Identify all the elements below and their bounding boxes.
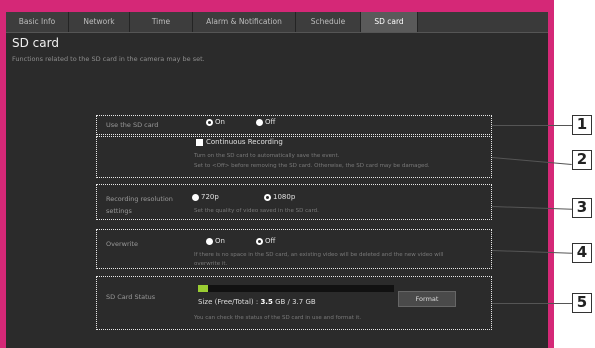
use-sd-on-label: On: [215, 118, 225, 126]
callout-number-1: 1: [572, 115, 592, 135]
resolution-label-1: Recording resolution: [106, 195, 173, 203]
radio-unselected-icon: [256, 118, 263, 126]
resolution-desc: Set the quality of video saved in the SD…: [194, 208, 319, 214]
format-button[interactable]: Format: [398, 291, 456, 307]
sd-size-text: Size (Free/Total) : 3.5 GB / 3.7 GB: [198, 298, 316, 306]
overwrite-label: Overwrite: [106, 240, 138, 248]
status-label: SD Card Status: [106, 293, 156, 301]
page-subtitle: Functions related to the SD card in the …: [12, 55, 205, 63]
sd-usage-progress: [198, 285, 394, 292]
callout-number-5: 5: [572, 293, 592, 313]
overwrite-off-label: Off: [265, 237, 276, 245]
callout-line-1: [492, 125, 572, 126]
continuous-desc-1: Turn on the SD card to automatically sav…: [194, 153, 340, 159]
overwrite-desc-2: overwrite it.: [194, 261, 228, 267]
overwrite-on-radio[interactable]: On: [206, 237, 225, 245]
page-title: SD card: [12, 36, 59, 50]
use-sd-label: Use the SD card: [106, 121, 159, 129]
radio-unselected-icon: [206, 237, 213, 245]
resolution-label-2: settings: [106, 207, 132, 215]
tab-basic-info[interactable]: Basic Info: [6, 12, 69, 32]
callout-number-4: 4: [572, 243, 592, 263]
section-overwrite-outline: [96, 229, 492, 269]
overwrite-off-radio[interactable]: Off: [256, 237, 275, 245]
continuous-recording-label: Continuous Recording: [206, 138, 283, 146]
size-total: GB / 3.7 GB: [272, 298, 316, 306]
tab-sd-card[interactable]: SD card: [361, 12, 418, 32]
callout-number-3: 3: [572, 198, 592, 218]
callout-number-2: 2: [572, 150, 592, 170]
resolution-1080p-label: 1080p: [273, 193, 296, 201]
continuous-desc-2: Set to <Off> before removing the SD card…: [194, 163, 430, 169]
resolution-720p-label: 720p: [201, 193, 219, 201]
radio-selected-icon: [264, 193, 271, 201]
continuous-recording-checkbox[interactable]: Continuous Recording: [196, 138, 283, 146]
status-desc: You can check the status of the SD card …: [194, 315, 362, 321]
radio-selected-icon: [206, 118, 213, 126]
tab-alarm-notification[interactable]: Alarm & Notification: [193, 12, 296, 32]
radio-selected-icon: [256, 237, 263, 245]
size-free-value: 3.5: [260, 298, 273, 306]
checkbox-checked-icon: [196, 138, 203, 146]
size-prefix: Size (Free/Total) :: [198, 298, 261, 306]
overwrite-on-label: On: [215, 237, 225, 245]
callout-line-5: [492, 303, 572, 304]
use-sd-on-radio[interactable]: On: [206, 118, 225, 126]
resolution-720p-radio[interactable]: 720p: [192, 193, 219, 201]
tab-time[interactable]: Time: [130, 12, 193, 32]
radio-unselected-icon: [192, 193, 199, 201]
resolution-1080p-radio[interactable]: 1080p: [264, 193, 295, 201]
tab-bar: Basic Info Network Time Alarm & Notifica…: [6, 12, 548, 33]
sd-usage-progress-fill: [198, 285, 208, 292]
tab-network[interactable]: Network: [69, 12, 130, 32]
use-sd-off-radio[interactable]: Off: [256, 118, 275, 126]
use-sd-off-label: Off: [265, 118, 276, 126]
overwrite-desc-1: If there is no space in the SD card, an …: [194, 252, 444, 258]
tab-schedule[interactable]: Schedule: [296, 12, 361, 32]
